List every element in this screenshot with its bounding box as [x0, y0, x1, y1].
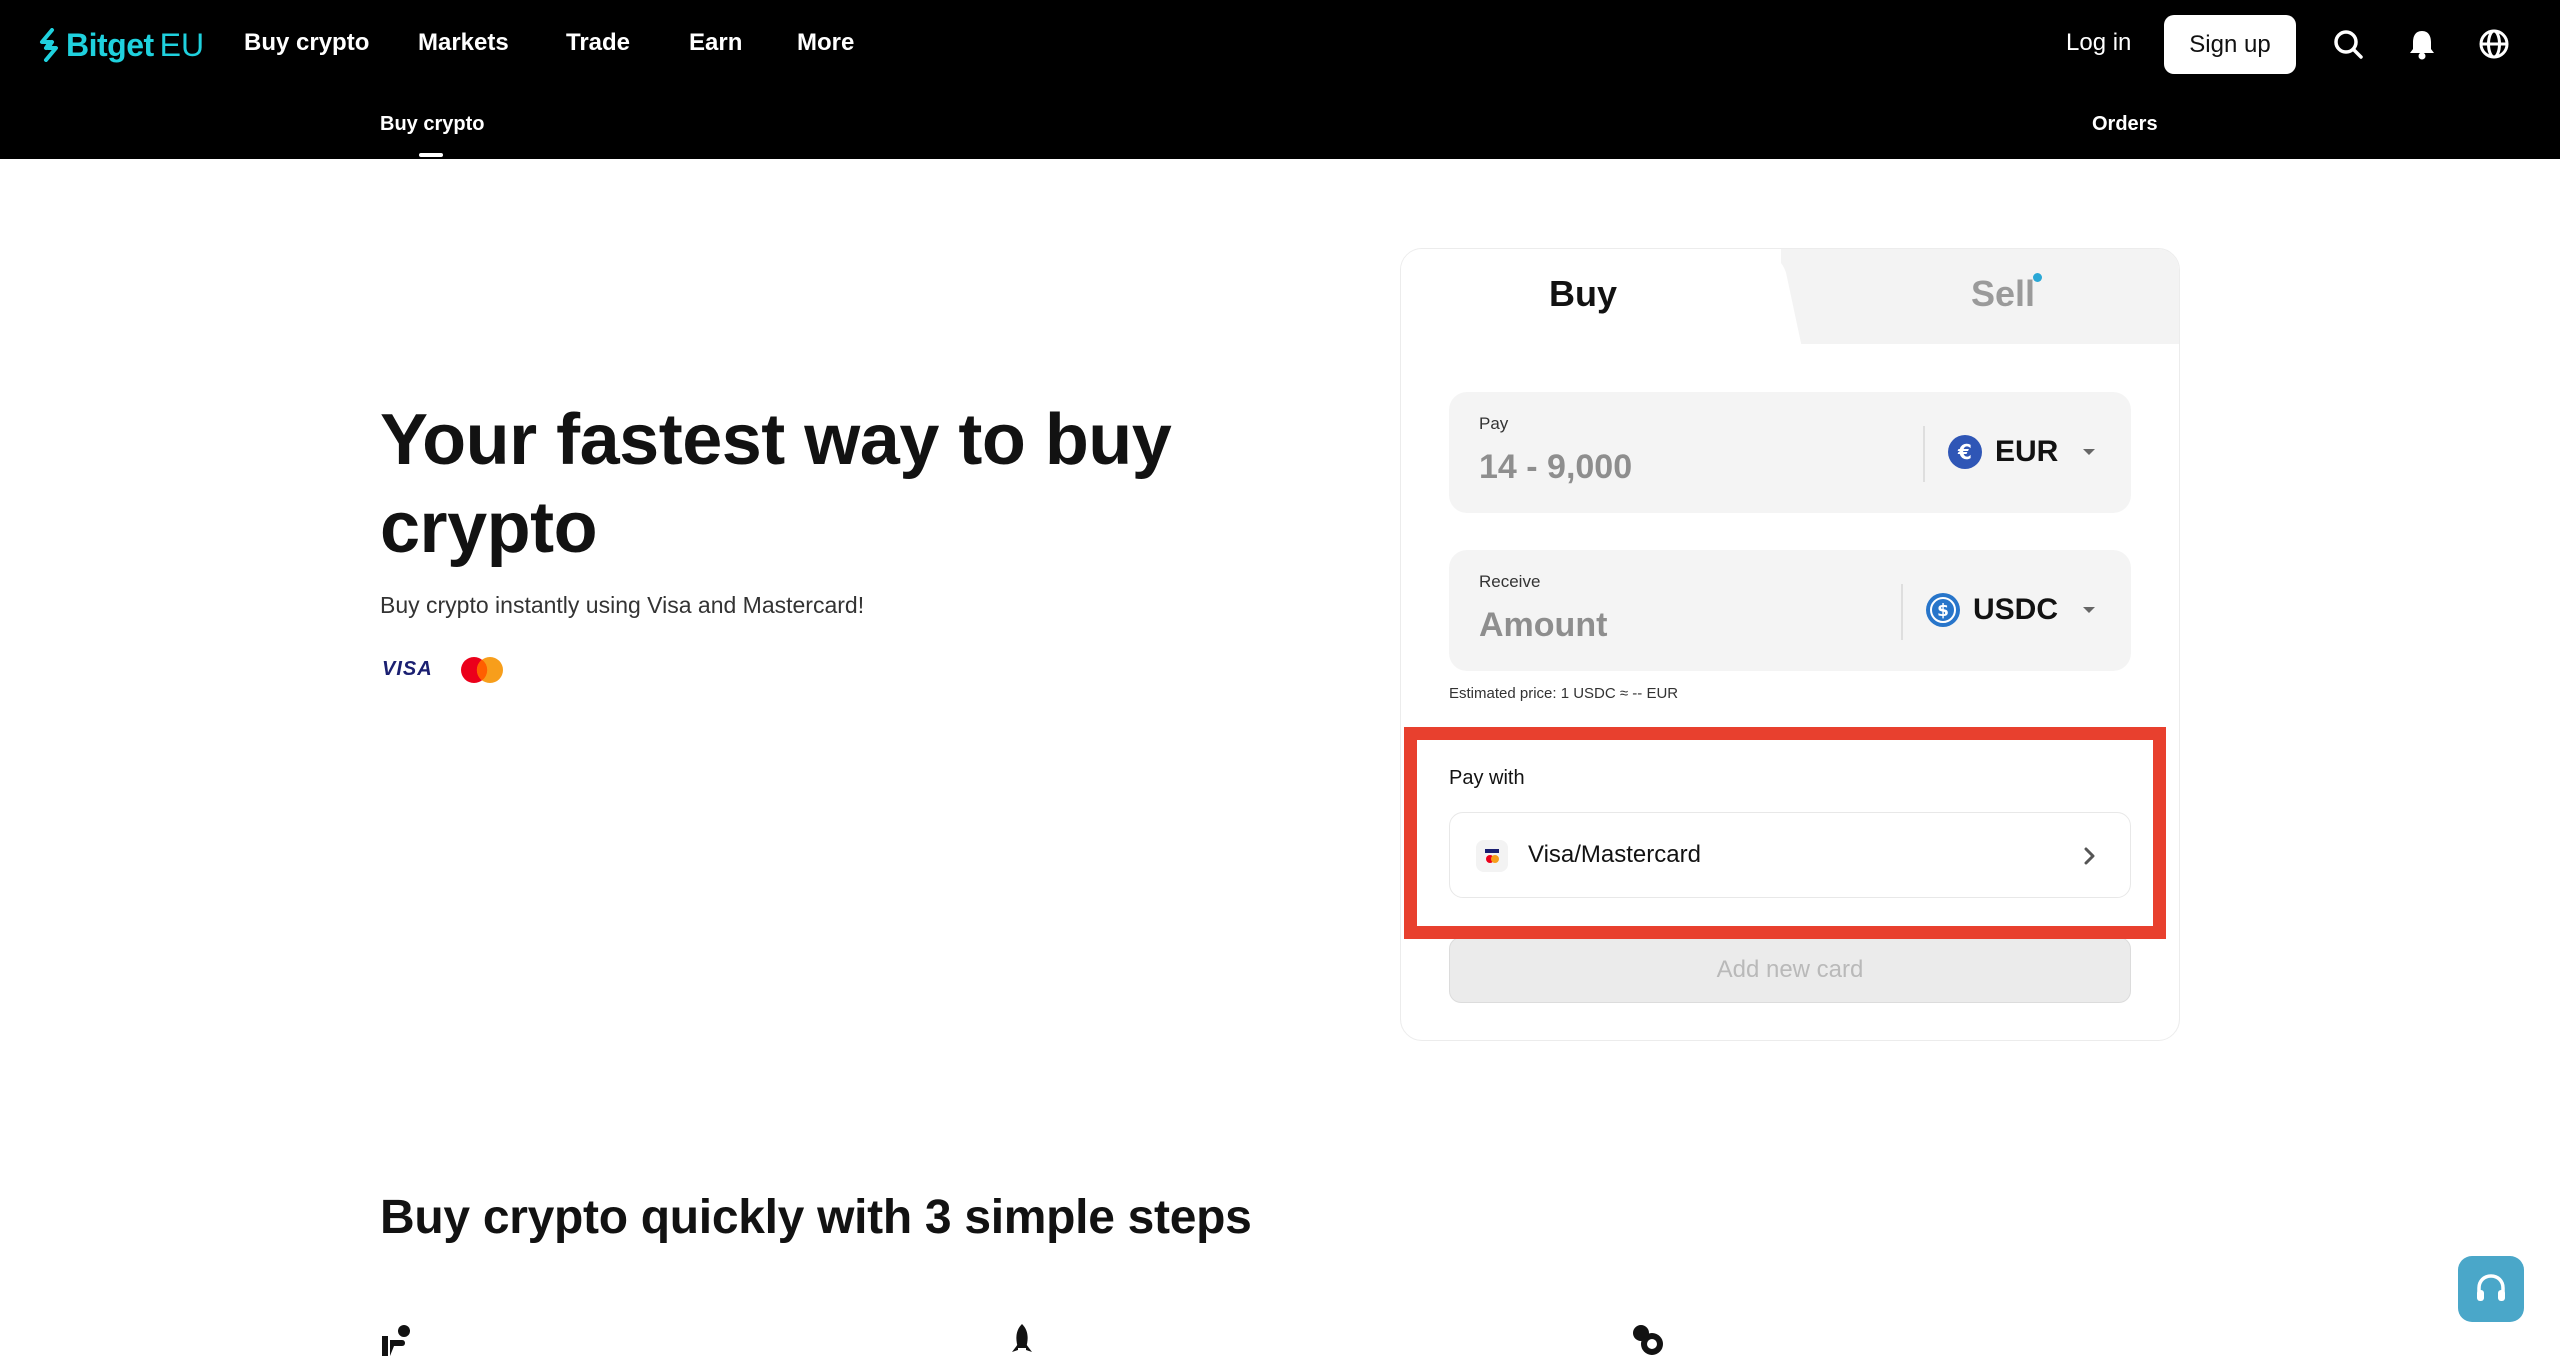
- subnav-orders[interactable]: Orders: [2092, 113, 2158, 136]
- login-link[interactable]: Log in: [2066, 29, 2131, 57]
- receive-amount-input[interactable]: [1479, 600, 1879, 650]
- svg-text:€: €: [1957, 440, 1972, 464]
- buy-sell-widget: Buy Sell Pay € EUR Receive $: [1400, 248, 2180, 1041]
- main-nav: Bitget EU Buy crypto Markets Trade Earn …: [0, 0, 2560, 90]
- coins-icon: [1633, 1325, 1663, 1355]
- bitget-logo-icon: [40, 28, 58, 62]
- nav-markets[interactable]: Markets: [418, 29, 509, 57]
- signup-button[interactable]: Sign up: [2164, 15, 2296, 74]
- visa-logo: VISA: [382, 658, 433, 680]
- pay-divider: [1923, 426, 1925, 482]
- hero-title: Your fastest way to buy crypto: [380, 400, 1172, 568]
- account-icon: [382, 1325, 410, 1356]
- subnav-active-indicator: [419, 153, 443, 157]
- pay-currency-select[interactable]: € EUR: [1947, 430, 2096, 474]
- svg-text:$: $: [1937, 601, 1949, 621]
- sell-new-dot: [2033, 273, 2042, 282]
- receive-field: Receive $ USDC: [1449, 550, 2131, 671]
- chevron-down-icon: [2083, 449, 2096, 455]
- nav-trade[interactable]: Trade: [566, 29, 630, 57]
- pay-currency-code: EUR: [1995, 435, 2059, 468]
- chevron-right-icon: [2084, 847, 2095, 865]
- top-header: Bitget EU Buy crypto Markets Trade Earn …: [0, 0, 2560, 159]
- card-icon: [1476, 840, 1508, 872]
- search-icon[interactable]: [2330, 26, 2366, 62]
- chevron-down-icon: [2083, 607, 2096, 613]
- nav-earn[interactable]: Earn: [689, 29, 742, 57]
- logo-suffix: EU: [159, 26, 205, 63]
- rocket-icon: [1012, 1324, 1032, 1352]
- payment-method-selector[interactable]: Visa/Mastercard: [1449, 812, 2131, 898]
- add-new-card-button[interactable]: Add new card: [1449, 937, 2131, 1003]
- tab-sell[interactable]: Sell: [1971, 273, 2035, 315]
- pay-field: Pay € EUR: [1449, 392, 2131, 513]
- logo-text: Bitget: [66, 26, 154, 63]
- payment-method-label: Visa/Mastercard: [1528, 841, 1701, 868]
- receive-label: Receive: [1479, 572, 1541, 591]
- support-chat-button[interactable]: [2458, 1256, 2524, 1322]
- bell-icon[interactable]: [2404, 26, 2440, 62]
- pay-with-label: Pay with: [1449, 767, 1525, 789]
- euro-icon: €: [1948, 435, 1982, 469]
- pay-amount-input[interactable]: [1479, 442, 1879, 492]
- tab-buy[interactable]: Buy: [1549, 273, 1617, 315]
- receive-currency-code: USDC: [1973, 593, 2059, 626]
- usdc-icon: $: [1926, 593, 1960, 627]
- receive-currency-select[interactable]: $ USDC: [1925, 588, 2096, 632]
- nav-more[interactable]: More: [797, 29, 854, 57]
- subnav-buy-crypto[interactable]: Buy crypto: [380, 113, 484, 136]
- mastercard-logo-icon: [461, 657, 503, 683]
- globe-icon[interactable]: [2476, 26, 2512, 62]
- bitget-logo[interactable]: Bitget EU: [36, 22, 204, 68]
- headset-icon: [2477, 1274, 2505, 1301]
- receive-divider: [1901, 584, 1903, 640]
- hero-subtitle: Buy crypto instantly using Visa and Mast…: [380, 592, 865, 618]
- sub-nav: Buy crypto Orders: [0, 90, 2560, 159]
- estimated-price: Estimated price: 1 USDC ≈ -- EUR: [1449, 685, 1679, 702]
- buy-sell-tabs: Buy Sell: [1401, 249, 2179, 349]
- steps-title: Buy crypto quickly with 3 simple steps: [380, 1191, 1252, 1244]
- nav-buy-crypto[interactable]: Buy crypto: [244, 29, 369, 57]
- pay-label: Pay: [1479, 414, 1509, 433]
